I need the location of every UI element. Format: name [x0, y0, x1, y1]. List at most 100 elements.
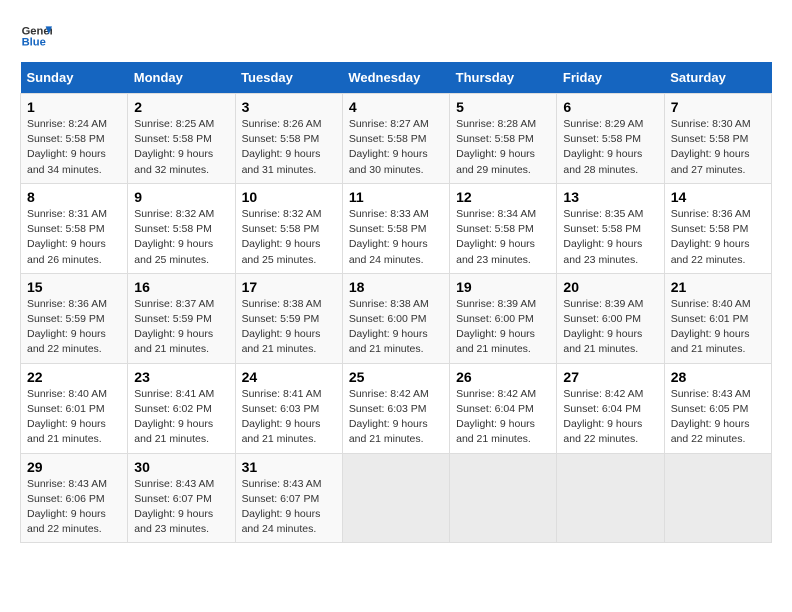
calendar-cell: 24 Sunrise: 8:41 AMSunset: 6:03 PMDaylig… [235, 363, 342, 453]
calendar-cell: 20 Sunrise: 8:39 AMSunset: 6:00 PMDaylig… [557, 273, 664, 363]
day-header-friday: Friday [557, 62, 664, 94]
day-detail: Sunrise: 8:43 AMSunset: 6:07 PMDaylight:… [134, 477, 228, 538]
day-header-saturday: Saturday [664, 62, 771, 94]
calendar-cell: 22 Sunrise: 8:40 AMSunset: 6:01 PMDaylig… [21, 363, 128, 453]
calendar-cell: 17 Sunrise: 8:38 AMSunset: 5:59 PMDaylig… [235, 273, 342, 363]
day-number: 2 [134, 99, 228, 115]
day-detail: Sunrise: 8:29 AMSunset: 5:58 PMDaylight:… [563, 117, 657, 178]
day-detail: Sunrise: 8:39 AMSunset: 6:00 PMDaylight:… [456, 297, 550, 358]
day-number: 3 [242, 99, 336, 115]
day-detail: Sunrise: 8:24 AMSunset: 5:58 PMDaylight:… [27, 117, 121, 178]
calendar-cell: 9 Sunrise: 8:32 AMSunset: 5:58 PMDayligh… [128, 183, 235, 273]
day-header-wednesday: Wednesday [342, 62, 449, 94]
day-number: 17 [242, 279, 336, 295]
day-detail: Sunrise: 8:27 AMSunset: 5:58 PMDaylight:… [349, 117, 443, 178]
day-number: 1 [27, 99, 121, 115]
calendar-cell: 7 Sunrise: 8:30 AMSunset: 5:58 PMDayligh… [664, 94, 771, 184]
calendar-week-row: 29 Sunrise: 8:43 AMSunset: 6:06 PMDaylig… [21, 453, 772, 543]
day-number: 28 [671, 369, 765, 385]
calendar-cell: 4 Sunrise: 8:27 AMSunset: 5:58 PMDayligh… [342, 94, 449, 184]
day-detail: Sunrise: 8:33 AMSunset: 5:58 PMDaylight:… [349, 207, 443, 268]
calendar-cell: 14 Sunrise: 8:36 AMSunset: 5:58 PMDaylig… [664, 183, 771, 273]
day-detail: Sunrise: 8:41 AMSunset: 6:02 PMDaylight:… [134, 387, 228, 448]
day-number: 9 [134, 189, 228, 205]
day-number: 13 [563, 189, 657, 205]
calendar-cell: 18 Sunrise: 8:38 AMSunset: 6:00 PMDaylig… [342, 273, 449, 363]
day-number: 10 [242, 189, 336, 205]
calendar-cell: 5 Sunrise: 8:28 AMSunset: 5:58 PMDayligh… [450, 94, 557, 184]
calendar-cell: 15 Sunrise: 8:36 AMSunset: 5:59 PMDaylig… [21, 273, 128, 363]
day-header-tuesday: Tuesday [235, 62, 342, 94]
day-number: 20 [563, 279, 657, 295]
day-number: 8 [27, 189, 121, 205]
day-detail: Sunrise: 8:38 AMSunset: 5:59 PMDaylight:… [242, 297, 336, 358]
day-number: 21 [671, 279, 765, 295]
day-number: 26 [456, 369, 550, 385]
calendar-cell: 25 Sunrise: 8:42 AMSunset: 6:03 PMDaylig… [342, 363, 449, 453]
day-detail: Sunrise: 8:31 AMSunset: 5:58 PMDaylight:… [27, 207, 121, 268]
day-detail: Sunrise: 8:41 AMSunset: 6:03 PMDaylight:… [242, 387, 336, 448]
day-number: 7 [671, 99, 765, 115]
calendar-table: SundayMondayTuesdayWednesdayThursdayFrid… [20, 62, 772, 543]
calendar-week-row: 1 Sunrise: 8:24 AMSunset: 5:58 PMDayligh… [21, 94, 772, 184]
logo-icon: General Blue [20, 20, 52, 52]
calendar-cell: 1 Sunrise: 8:24 AMSunset: 5:58 PMDayligh… [21, 94, 128, 184]
day-number: 6 [563, 99, 657, 115]
day-detail: Sunrise: 8:36 AMSunset: 5:58 PMDaylight:… [671, 207, 765, 268]
day-detail: Sunrise: 8:43 AMSunset: 6:06 PMDaylight:… [27, 477, 121, 538]
day-number: 29 [27, 459, 121, 475]
day-number: 4 [349, 99, 443, 115]
day-number: 18 [349, 279, 443, 295]
day-number: 30 [134, 459, 228, 475]
calendar-header-row: SundayMondayTuesdayWednesdayThursdayFrid… [21, 62, 772, 94]
calendar-cell [664, 453, 771, 543]
logo: General Blue [20, 20, 52, 52]
svg-text:Blue: Blue [22, 37, 46, 49]
day-detail: Sunrise: 8:32 AMSunset: 5:58 PMDaylight:… [242, 207, 336, 268]
day-number: 24 [242, 369, 336, 385]
calendar-cell: 2 Sunrise: 8:25 AMSunset: 5:58 PMDayligh… [128, 94, 235, 184]
day-detail: Sunrise: 8:40 AMSunset: 6:01 PMDaylight:… [671, 297, 765, 358]
day-number: 12 [456, 189, 550, 205]
day-detail: Sunrise: 8:34 AMSunset: 5:58 PMDaylight:… [456, 207, 550, 268]
calendar-cell: 3 Sunrise: 8:26 AMSunset: 5:58 PMDayligh… [235, 94, 342, 184]
calendar-cell: 6 Sunrise: 8:29 AMSunset: 5:58 PMDayligh… [557, 94, 664, 184]
calendar-cell: 30 Sunrise: 8:43 AMSunset: 6:07 PMDaylig… [128, 453, 235, 543]
calendar-cell: 11 Sunrise: 8:33 AMSunset: 5:58 PMDaylig… [342, 183, 449, 273]
calendar-cell: 16 Sunrise: 8:37 AMSunset: 5:59 PMDaylig… [128, 273, 235, 363]
calendar-cell: 19 Sunrise: 8:39 AMSunset: 6:00 PMDaylig… [450, 273, 557, 363]
calendar-cell: 27 Sunrise: 8:42 AMSunset: 6:04 PMDaylig… [557, 363, 664, 453]
day-detail: Sunrise: 8:36 AMSunset: 5:59 PMDaylight:… [27, 297, 121, 358]
header: General Blue [20, 20, 772, 52]
day-number: 31 [242, 459, 336, 475]
calendar-cell [342, 453, 449, 543]
day-detail: Sunrise: 8:39 AMSunset: 6:00 PMDaylight:… [563, 297, 657, 358]
calendar-week-row: 8 Sunrise: 8:31 AMSunset: 5:58 PMDayligh… [21, 183, 772, 273]
day-number: 25 [349, 369, 443, 385]
day-detail: Sunrise: 8:42 AMSunset: 6:03 PMDaylight:… [349, 387, 443, 448]
day-detail: Sunrise: 8:43 AMSunset: 6:05 PMDaylight:… [671, 387, 765, 448]
day-number: 19 [456, 279, 550, 295]
calendar-cell: 21 Sunrise: 8:40 AMSunset: 6:01 PMDaylig… [664, 273, 771, 363]
day-detail: Sunrise: 8:43 AMSunset: 6:07 PMDaylight:… [242, 477, 336, 538]
day-header-sunday: Sunday [21, 62, 128, 94]
calendar-cell: 29 Sunrise: 8:43 AMSunset: 6:06 PMDaylig… [21, 453, 128, 543]
calendar-cell: 10 Sunrise: 8:32 AMSunset: 5:58 PMDaylig… [235, 183, 342, 273]
day-detail: Sunrise: 8:25 AMSunset: 5:58 PMDaylight:… [134, 117, 228, 178]
calendar-cell [557, 453, 664, 543]
day-number: 5 [456, 99, 550, 115]
day-detail: Sunrise: 8:32 AMSunset: 5:58 PMDaylight:… [134, 207, 228, 268]
day-header-monday: Monday [128, 62, 235, 94]
calendar-cell: 31 Sunrise: 8:43 AMSunset: 6:07 PMDaylig… [235, 453, 342, 543]
calendar-cell: 12 Sunrise: 8:34 AMSunset: 5:58 PMDaylig… [450, 183, 557, 273]
day-detail: Sunrise: 8:42 AMSunset: 6:04 PMDaylight:… [563, 387, 657, 448]
calendar-cell: 13 Sunrise: 8:35 AMSunset: 5:58 PMDaylig… [557, 183, 664, 273]
day-number: 27 [563, 369, 657, 385]
day-number: 22 [27, 369, 121, 385]
day-number: 14 [671, 189, 765, 205]
calendar-week-row: 22 Sunrise: 8:40 AMSunset: 6:01 PMDaylig… [21, 363, 772, 453]
day-detail: Sunrise: 8:26 AMSunset: 5:58 PMDaylight:… [242, 117, 336, 178]
day-detail: Sunrise: 8:35 AMSunset: 5:58 PMDaylight:… [563, 207, 657, 268]
day-detail: Sunrise: 8:37 AMSunset: 5:59 PMDaylight:… [134, 297, 228, 358]
day-detail: Sunrise: 8:38 AMSunset: 6:00 PMDaylight:… [349, 297, 443, 358]
